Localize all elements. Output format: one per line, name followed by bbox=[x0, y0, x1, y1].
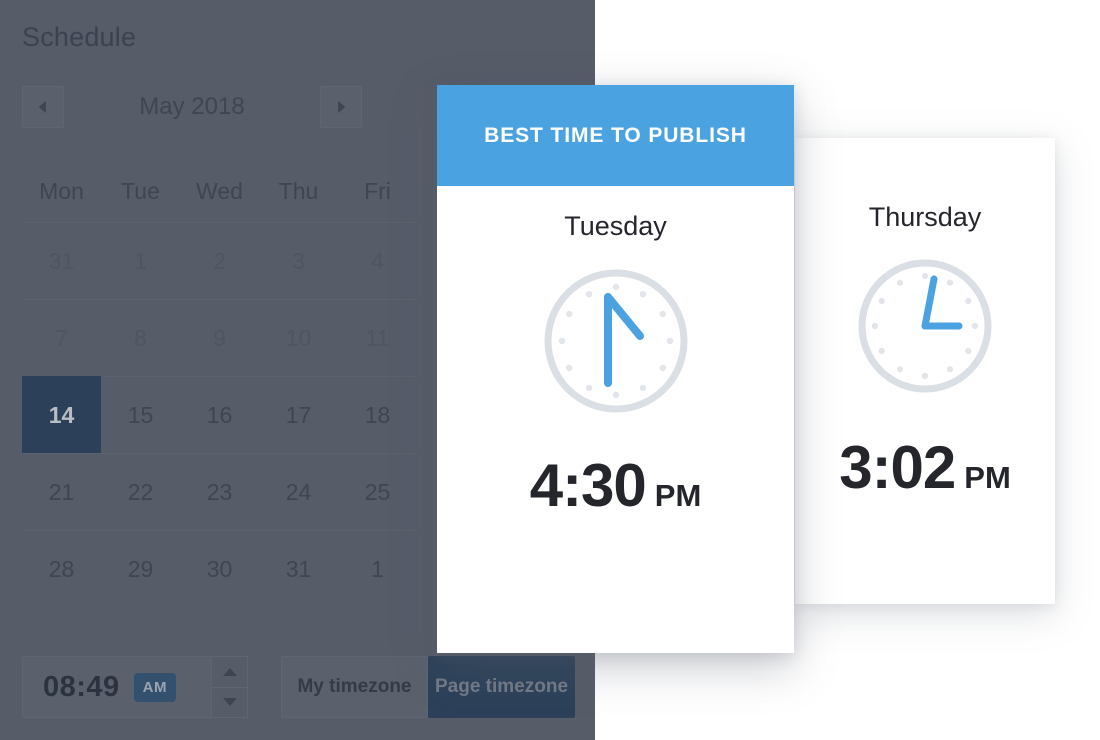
best-time-to-publish-card[interactable]: BEST TIME TO PUBLISH Tuesday 4:30 PM bbox=[437, 85, 794, 653]
calendar-day-cell[interactable]: 23 bbox=[180, 453, 259, 530]
my-timezone-button[interactable]: My timezone bbox=[281, 656, 428, 718]
time-picker-row: 08:49 AM My timezone Page timezone bbox=[22, 656, 575, 718]
weekday-label: Thu bbox=[278, 178, 319, 204]
main-time-meridiem: PM bbox=[654, 478, 702, 513]
calendar-day-cell-selected[interactable]: 14 bbox=[22, 376, 101, 453]
previous-month-button[interactable] bbox=[22, 86, 64, 128]
calendar-day-cell[interactable]: 24 bbox=[259, 453, 338, 530]
page-timezone-button[interactable]: Page timezone bbox=[428, 656, 575, 718]
chevron-left-icon bbox=[38, 101, 46, 113]
time-input[interactable]: 08:49 AM bbox=[22, 656, 212, 718]
time-increase-button[interactable] bbox=[212, 657, 247, 687]
time-stepper bbox=[212, 656, 248, 718]
calendar-day-cell[interactable]: 31 bbox=[259, 530, 338, 607]
next-month-button[interactable] bbox=[320, 86, 362, 128]
calendar-day-cell[interactable]: 3 bbox=[259, 222, 338, 299]
calendar-day-cell[interactable]: 7 bbox=[22, 299, 101, 376]
month-label: May 2018 bbox=[139, 93, 245, 120]
timezone-button-group: My timezone Page timezone bbox=[281, 656, 575, 718]
main-time-value: 4:30 bbox=[529, 452, 647, 519]
calendar-day-cell[interactable]: 16 bbox=[180, 376, 259, 453]
time-input-value: 08:49 bbox=[43, 670, 120, 703]
chevron-right-icon bbox=[338, 101, 346, 113]
secondary-clock bbox=[795, 257, 1055, 395]
weekday-label: Mon bbox=[39, 178, 84, 204]
card-header-title: BEST TIME TO PUBLISH bbox=[484, 123, 747, 147]
calendar-day-cell[interactable]: 30 bbox=[180, 530, 259, 607]
secondary-publish-time-card[interactable]: Thursday 3:02 PM bbox=[795, 138, 1055, 604]
secondary-time-meridiem: PM bbox=[964, 460, 1011, 495]
weekday-label: Fri bbox=[364, 178, 391, 204]
calendar-day-cell[interactable]: 1 bbox=[101, 222, 180, 299]
calendar-day-cell[interactable]: 4 bbox=[338, 222, 417, 299]
main-time: 4:30 PM bbox=[437, 451, 794, 520]
meridiem-toggle[interactable]: AM bbox=[133, 672, 176, 702]
caret-down-icon bbox=[222, 698, 237, 707]
calendar-day-cell[interactable]: 28 bbox=[22, 530, 101, 607]
card-header: BEST TIME TO PUBLISH bbox=[437, 85, 794, 186]
time-decrease-button[interactable] bbox=[212, 686, 247, 718]
calendar-day-cell[interactable]: 2 bbox=[180, 222, 259, 299]
main-day-name: Tuesday bbox=[564, 211, 667, 241]
calendar-day-cell[interactable]: 15 bbox=[101, 376, 180, 453]
calendar-day-cell[interactable]: 22 bbox=[101, 453, 180, 530]
calendar-day-cell[interactable]: 1 bbox=[338, 530, 417, 607]
calendar-day-cell[interactable]: 25 bbox=[338, 453, 417, 530]
calendar-day-cell[interactable]: 29 bbox=[101, 530, 180, 607]
secondary-day-name: Thursday bbox=[868, 202, 982, 232]
calendar-day-cell[interactable]: 21 bbox=[22, 453, 101, 530]
main-clock bbox=[437, 267, 794, 415]
calendar-day-cell[interactable]: 18 bbox=[338, 376, 417, 453]
calendar-day-cell[interactable]: 8 bbox=[101, 299, 180, 376]
secondary-time: 3:02 PM bbox=[795, 433, 1055, 502]
calendar-day-cell[interactable]: 10 bbox=[259, 299, 338, 376]
weekday-label: Tue bbox=[121, 178, 160, 204]
secondary-time-value: 3:02 bbox=[839, 434, 956, 501]
clock-icon bbox=[858, 259, 992, 393]
calendar-day-cell[interactable]: 9 bbox=[180, 299, 259, 376]
weekday-label: Wed bbox=[196, 178, 243, 204]
calendar-day-cell[interactable]: 17 bbox=[259, 376, 338, 453]
calendar-day-cell[interactable]: 11 bbox=[338, 299, 417, 376]
page-title: Schedule bbox=[22, 22, 137, 52]
calendar-day-cell[interactable]: 31 bbox=[22, 222, 101, 299]
clock-icon bbox=[544, 269, 687, 413]
caret-up-icon bbox=[222, 667, 237, 676]
